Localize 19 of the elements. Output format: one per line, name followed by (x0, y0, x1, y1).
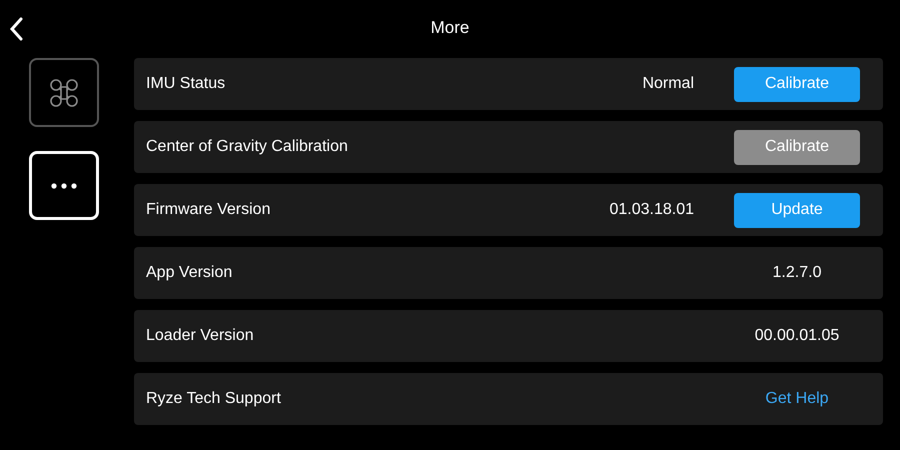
row-label: IMU Status (146, 75, 226, 93)
help-link[interactable]: Get Help (765, 390, 829, 408)
row-label: Center of Gravity Calibration (146, 138, 349, 156)
action-button[interactable]: Calibrate (734, 66, 860, 102)
back-icon[interactable] (9, 17, 23, 41)
more-icon (51, 182, 77, 188)
row-value: Normal (642, 75, 694, 92)
page-title: More (430, 18, 470, 38)
row-label: Loader Version (146, 327, 255, 345)
more-tab[interactable] (29, 151, 99, 220)
drone-tab[interactable] (29, 58, 99, 127)
row-value: 1.2.7.0 (772, 264, 822, 282)
row-value: 01.03.18.01 (609, 201, 694, 218)
row-label: App Version (146, 264, 234, 282)
row-value: 00.00.01.05 (754, 327, 840, 345)
row-label: Firmware Version (146, 201, 272, 219)
drone-icon (48, 76, 80, 108)
row-label: Ryze Tech Support (146, 390, 282, 408)
action-button[interactable]: Update (734, 192, 860, 228)
